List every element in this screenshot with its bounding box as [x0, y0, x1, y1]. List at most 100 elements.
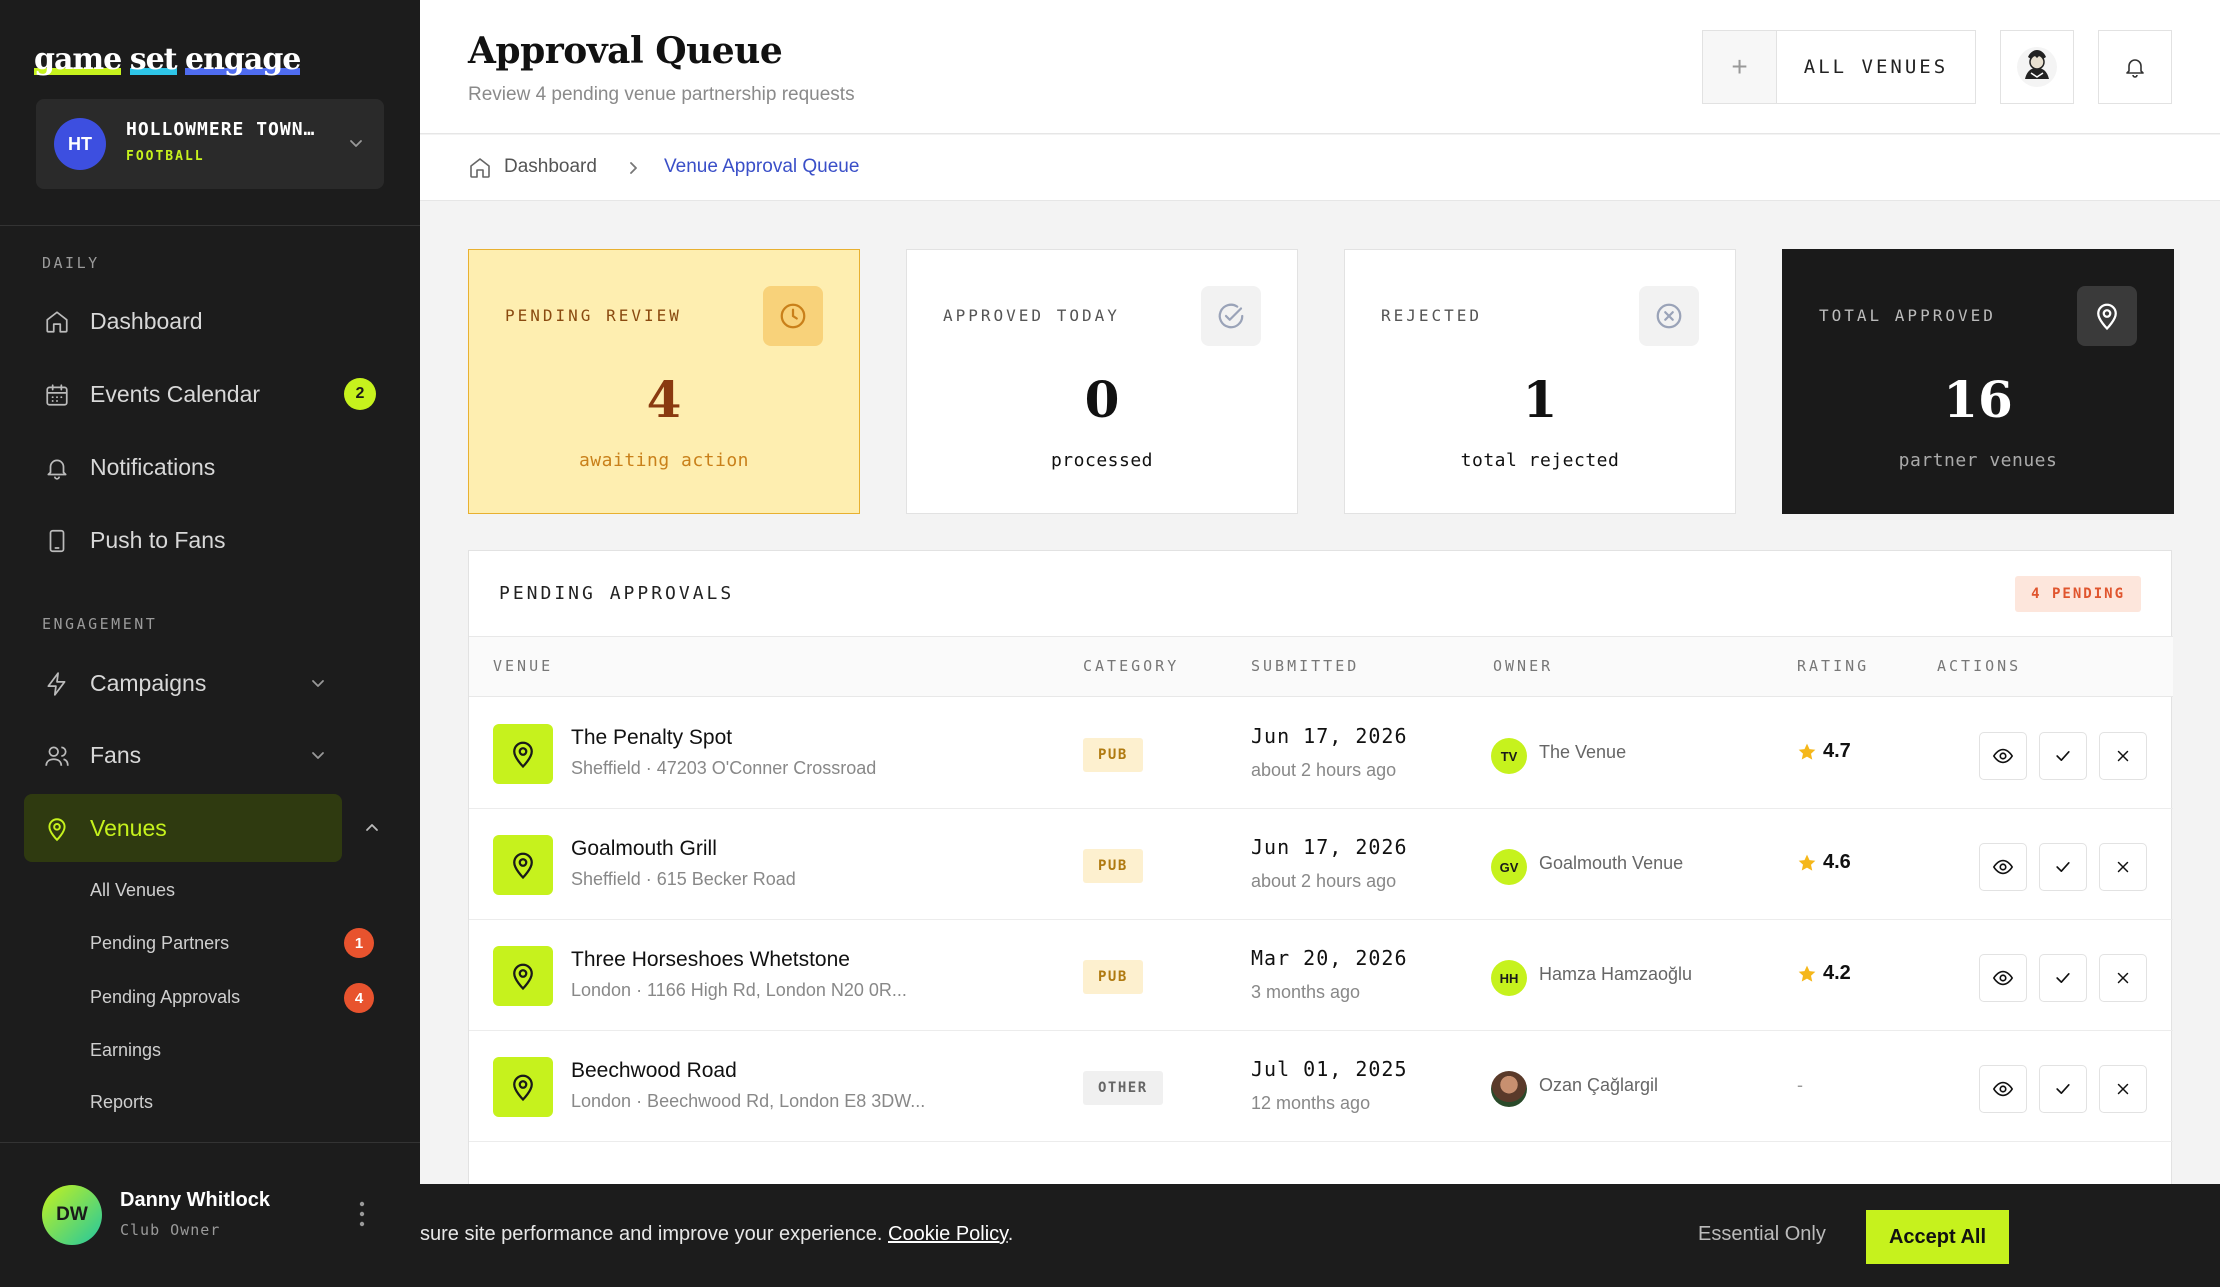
approve-button[interactable] — [2039, 1065, 2087, 1113]
approve-button[interactable] — [2039, 843, 2087, 891]
avatar: DW — [42, 1185, 102, 1245]
stat-label: REJECTED — [1381, 306, 1483, 325]
column-header-rating[interactable]: RATING — [1797, 657, 1869, 675]
essential-only-button[interactable]: Essential Only — [1698, 1223, 1826, 1246]
stat-label: TOTAL APPROVED — [1819, 306, 1996, 325]
column-header-submitted[interactable]: SUBMITTED — [1251, 657, 1359, 675]
accept-all-button[interactable]: Accept All — [1866, 1210, 2009, 1264]
venue-address: Sheffield · 47203 O'Conner Crossroad — [571, 758, 877, 778]
sidebar-subitem-reports[interactable]: Reports — [90, 1092, 153, 1113]
owner-name: Hamza Hamzaoğlu — [1539, 964, 1693, 984]
sidebar-item-events-calendar[interactable]: Events Calendar 2 — [24, 360, 376, 428]
column-header-category[interactable]: CATEGORY — [1083, 657, 1179, 675]
club-avatar: HT — [54, 118, 106, 170]
sidebar-item-notifications[interactable]: Notifications — [24, 433, 342, 501]
venue-name[interactable]: Three Horseshoes Whetstone — [571, 948, 850, 972]
submitted-relative: 12 months ago — [1251, 1093, 1371, 1113]
sidebar-item-campaigns[interactable]: Campaigns — [24, 649, 342, 717]
view-button[interactable] — [1979, 732, 2027, 780]
clock-icon — [763, 286, 823, 346]
venue-name[interactable]: The Penalty Spot — [571, 726, 732, 750]
column-header-venue[interactable]: VENUE — [493, 657, 553, 675]
view-button[interactable] — [1979, 1065, 2027, 1113]
table-row[interactable]: The Penalty Spot Sheffield · 47203 O'Con… — [469, 698, 2173, 809]
stat-value: 1 — [1522, 370, 1558, 429]
sidebar-subitem-pending-approvals[interactable]: Pending Approvals — [90, 987, 240, 1008]
venue-filter-label[interactable]: ALL VENUES — [1777, 31, 1975, 103]
venue-filter[interactable]: + ALL VENUES — [1702, 30, 1976, 104]
sidebar-subitem-all-venues[interactable]: All Venues — [90, 880, 175, 901]
calendar-icon — [46, 384, 68, 406]
sidebar: game set engage HT HOLLOWMERE TOWN… FOOT… — [0, 0, 420, 1287]
submitted-date: Jun 17, 2026 — [1251, 724, 1408, 748]
cookie-banner: sure site performance and improve your e… — [420, 1184, 2220, 1287]
section-label-daily: DAILY — [42, 254, 100, 272]
sidebar-item-fans[interactable]: Fans — [24, 721, 342, 789]
close-icon — [2117, 1083, 2129, 1095]
breadcrumb-dashboard-link[interactable]: Dashboard — [504, 156, 597, 178]
table-row[interactable]: Goalmouth Grill Sheffield · 615 Becker R… — [469, 809, 2173, 920]
sidebar-item-label: Push to Fans — [90, 526, 226, 553]
check-icon — [2056, 1084, 2070, 1094]
reject-button[interactable] — [2099, 843, 2147, 891]
reject-button[interactable] — [2099, 732, 2147, 780]
table-row[interactable]: Beechwood Road London · Beechwood Rd, Lo… — [469, 1031, 2173, 1142]
owner-avatar — [1491, 1071, 1527, 1107]
category-badge: PUB — [1083, 849, 1143, 883]
chevron-down-icon — [312, 680, 324, 687]
pending-count-badge: 4 PENDING — [2015, 576, 2141, 612]
column-header-owner[interactable]: OWNER — [1493, 657, 1553, 675]
reject-button[interactable] — [2099, 1065, 2147, 1113]
sidebar-item-dashboard[interactable]: Dashboard — [24, 287, 342, 355]
venue-address: London · Beechwood Rd, London E8 3DW... — [571, 1091, 926, 1111]
events-count-badge: 2 — [344, 378, 376, 410]
brand-logo[interactable]: game set engage — [34, 42, 304, 82]
view-button[interactable] — [1979, 843, 2027, 891]
sidebar-item-venues[interactable]: Venues — [24, 794, 342, 862]
eye-icon — [1992, 1081, 2014, 1097]
submitted-date: Jul 01, 2025 — [1251, 1057, 1408, 1081]
club-switcher[interactable]: HT HOLLOWMERE TOWN… FOOTBALL — [36, 99, 384, 189]
approve-button[interactable] — [2039, 954, 2087, 1002]
stat-value: 4 — [646, 370, 682, 429]
venue-name[interactable]: Goalmouth Grill — [571, 837, 717, 861]
chevron-right-icon — [630, 162, 637, 174]
panel-title: PENDING APPROVALS — [499, 583, 735, 604]
chevron-up-icon[interactable] — [362, 818, 382, 838]
eye-icon — [1992, 970, 2014, 986]
phone-icon — [49, 529, 65, 553]
home-icon[interactable] — [468, 156, 492, 180]
reject-button[interactable] — [2099, 954, 2147, 1002]
account-avatar-button[interactable] — [2000, 30, 2074, 104]
more-vertical-icon[interactable] — [356, 1199, 368, 1229]
view-button[interactable] — [1979, 954, 2027, 1002]
sidebar-item-push-to-fans[interactable]: Push to Fans — [24, 506, 342, 574]
stat-value: 0 — [1084, 370, 1120, 429]
owner-name: The Venue — [1539, 742, 1627, 762]
sidebar-subitem-earnings[interactable]: Earnings — [90, 1040, 161, 1061]
submitted-relative: 3 months ago — [1251, 982, 1361, 1002]
owner-avatar: TV — [1491, 738, 1527, 774]
venue-name[interactable]: Beechwood Road — [571, 1059, 737, 1083]
venue-rating: 4.7 — [1797, 740, 1851, 763]
notifications-button[interactable] — [2098, 30, 2172, 104]
table-row[interactable]: Three Horseshoes Whetstone London · 1166… — [469, 920, 2173, 1031]
check-icon — [2056, 751, 2070, 761]
logo-word-set: set — [129, 42, 178, 77]
plus-icon[interactable]: + — [1703, 31, 1777, 103]
x-circle-icon — [1639, 286, 1699, 346]
cookie-policy-link[interactable]: Cookie Policy — [888, 1223, 1008, 1245]
stat-label: APPROVED TODAY — [943, 306, 1120, 325]
sidebar-subitem-pending-partners[interactable]: Pending Partners — [90, 933, 229, 954]
owner-name: Goalmouth Venue — [1539, 853, 1684, 873]
table-header: VENUE CATEGORY SUBMITTED OWNER RATING AC… — [469, 636, 2173, 697]
eye-icon — [1992, 859, 2014, 875]
submitted-relative: about 2 hours ago — [1251, 871, 1397, 891]
eye-icon — [1992, 748, 2014, 764]
check-icon — [2056, 973, 2070, 983]
rating-value: 4.7 — [1823, 740, 1851, 762]
approve-button[interactable] — [2039, 732, 2087, 780]
stat-card-rejected: REJECTED 1 total rejected — [1344, 249, 1736, 514]
cookie-text: sure site performance and improve your e… — [420, 1223, 883, 1245]
user-name: Danny Whitlock — [120, 1189, 271, 1211]
